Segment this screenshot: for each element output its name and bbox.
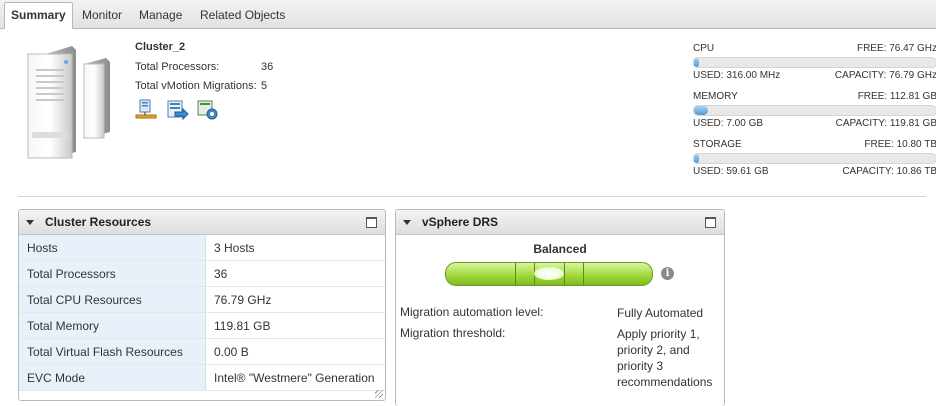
add-host-icon[interactable] [134,98,158,122]
cpu-free: FREE: 76.47 GHz [856,43,936,54]
cpu-meter: CPU FREE: 76.47 GHz USED: 316.00 MHz CAPAC… [693,43,936,82]
storage-free: FREE: 10.80 TB [864,139,936,150]
cluster-resources-table: Hosts 3 Hosts Total Processors 36 Total CP… [19,235,385,391]
row-key: Hosts [19,235,206,261]
vsphere-drs-header: vSphere DRS [396,210,724,235]
row-key: Total CPU Resources [19,286,206,313]
automation-level-value: Fully Automated [617,306,704,320]
edit-settings-icon[interactable] [196,98,220,122]
table-row: Total CPU Resources 76.79 GHz [19,286,385,313]
migration-threshold-label: Migration threshold: [400,326,506,340]
memory-free: FREE: 112.81 GB [857,91,936,102]
row-value: 119.81 GB [205,312,385,339]
resize-handle[interactable] [375,390,383,398]
row-value: 36 [205,260,385,287]
total-processors-value: 36 [261,61,274,73]
collapse-icon[interactable] [26,220,34,225]
row-key: Total Memory [19,312,206,339]
table-row: Total Virtual Flash Resources 0.00 B [19,338,385,365]
table-row: Total Processors 36 [19,260,385,287]
collapse-icon[interactable] [403,220,411,225]
memory-meter: MEMORY FREE: 112.81 GB USED: 7.00 GB CAPAC… [693,91,936,130]
cluster-resources-header: Cluster Resources [19,210,385,235]
tab-summary[interactable]: Summary [4,2,73,29]
migrate-vm-icon[interactable] [165,98,189,122]
tab-related-objects[interactable]: Related Objects [194,3,291,27]
memory-used: USED: 7.00 GB [693,118,764,129]
row-value: Intel® "Westmere" Generation [205,364,385,391]
cluster-resources-panel: Cluster Resources Hosts 3 Hosts Total Pro… [18,209,386,401]
cluster-server-icon [27,46,110,159]
table-row: Total Memory 119.81 GB [19,312,385,339]
total-vmotion-value: 5 [261,80,268,92]
row-key: Total Virtual Flash Resources [19,338,206,365]
row-value: 3 Hosts [205,235,385,261]
cpu-usage-bar [693,57,936,68]
storage-capacity: CAPACITY: 10.86 TB [842,166,936,177]
total-vmotion-label: Total vMotion Migrations: [135,80,257,92]
storage-used: USED: 59.61 GB [693,166,769,177]
tab-bar: Summary Monitor Manage Related Objects [0,0,936,29]
vsphere-drs-panel: vSphere DRS Balanced i Migration automat… [395,209,725,406]
migration-threshold-value: Apply priority 1, priority 2, and priori… [617,327,713,389]
table-row: Hosts 3 Hosts [19,235,385,261]
memory-label: MEMORY [693,91,738,102]
level-bubble [534,267,564,280]
row-key: EVC Mode [19,364,206,391]
memory-capacity: CAPACITY: 119.81 GB [835,118,936,129]
cluster-resources-title: Cluster Resources [45,215,152,229]
cpu-label: CPU [693,43,715,54]
memory-usage-bar [693,105,936,116]
automation-level-label: Migration automation level: [400,305,544,319]
row-value: 76.79 GHz [205,286,385,313]
row-value: 0.00 B [205,338,385,365]
info-icon[interactable]: i [661,267,674,280]
cpu-used: USED: 316.00 MHz [693,70,781,81]
storage-label: STORAGE [693,139,742,150]
storage-usage-bar [693,153,936,164]
storage-meter: STORAGE FREE: 10.80 TB USED: 59.61 GB CAPA… [693,139,936,178]
drs-balance-level [445,262,653,286]
maximize-icon[interactable] [366,217,377,228]
maximize-icon[interactable] [705,217,716,228]
vsphere-drs-title: vSphere DRS [422,215,499,229]
drs-balance-status: Balanced [533,242,587,256]
cluster-name: Cluster_2 [135,41,186,53]
total-processors-label: Total Processors: [135,61,220,73]
cpu-capacity: CAPACITY: 76.79 GHz [834,70,936,81]
row-key: Total Processors [19,260,206,287]
tab-monitor[interactable]: Monitor [76,3,128,27]
tab-manage[interactable]: Manage [133,3,188,27]
table-row: EVC Mode Intel® "Westmere" Generation [19,364,385,391]
header-divider [18,196,926,197]
